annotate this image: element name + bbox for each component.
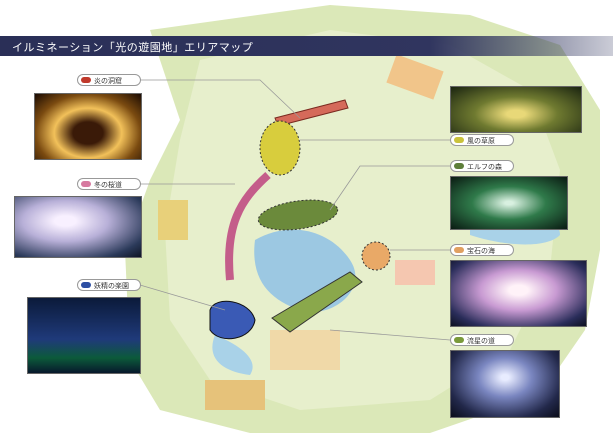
label-sakura[interactable]: 冬の桜道 [77,178,141,190]
title-bar: イルミネーション「光の遊園地」エリアマップ [0,36,613,56]
photo-elf [450,176,568,230]
swatch-icon [81,282,91,288]
label-hono[interactable]: 炎の洞窟 [77,74,141,86]
swatch-icon [454,163,464,169]
photo-ryusei [450,350,560,418]
swatch-icon [454,137,464,143]
photo-kaze [450,86,582,133]
area-kaze-marker [259,120,301,176]
photo-hono [34,93,142,160]
swatch-icon [81,77,91,83]
building-left [158,200,188,240]
label-kaze[interactable]: 風の草原 [450,134,514,146]
photo-yousei [27,297,141,374]
label-houseki[interactable]: 宝石の海 [450,244,514,256]
swatch-icon [454,337,464,343]
swatch-icon [81,181,91,187]
building-east [395,260,435,285]
page-title: イルミネーション「光の遊園地」エリアマップ [12,41,254,54]
label-yousei[interactable]: 妖精の楽園 [77,279,141,291]
label-ryusei[interactable]: 流星の道 [450,334,514,346]
photo-sakura [14,196,142,258]
label-elf[interactable]: エルフの森 [450,160,514,172]
photo-houseki [450,260,587,327]
building-bottom [205,380,265,410]
building-plaza [270,330,340,370]
swatch-icon [454,247,464,253]
area-houseki-marker [361,241,391,271]
